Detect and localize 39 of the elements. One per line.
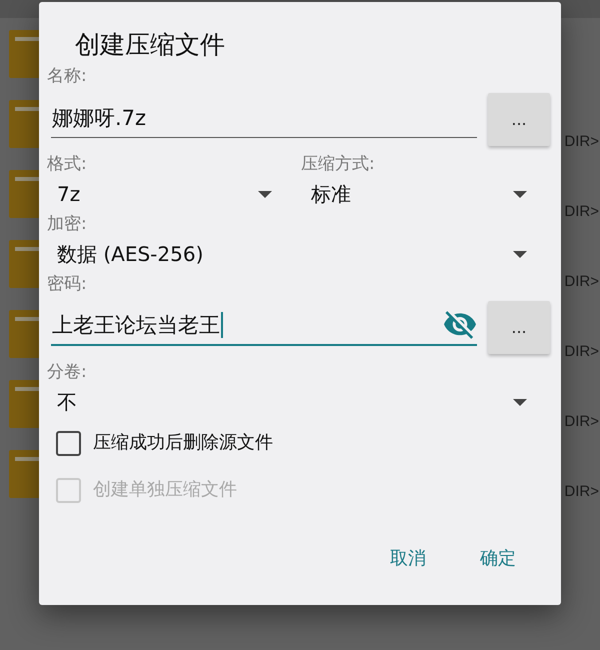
- field-label: 名称:: [47, 66, 88, 86]
- caret-icon: [513, 190, 527, 198]
- field-label: 分卷:: [47, 362, 88, 382]
- more-button[interactable]: ...: [488, 93, 550, 146]
- type-label: DIR>: [564, 342, 600, 362]
- text-cursor: [221, 312, 223, 338]
- caret-icon: [513, 250, 527, 258]
- field-label: 加密:: [47, 214, 88, 234]
- dropdown[interactable]: 7z: [47, 179, 279, 209]
- dialog-button[interactable]: 取消: [378, 540, 438, 576]
- dropdown[interactable]: 标准: [301, 179, 534, 209]
- type-label: DIR>: [564, 272, 600, 292]
- field-label: 压缩方式:: [301, 154, 376, 174]
- name-field[interactable]: 娜娜呀.7z: [51, 98, 477, 138]
- folder-icon: [9, 28, 39, 78]
- eye-slash-icon: [444, 311, 476, 339]
- caret-icon: [258, 190, 272, 198]
- field-label: 格式:: [47, 154, 88, 174]
- folder-icon: [9, 238, 39, 288]
- caret-icon: [513, 398, 527, 406]
- folder-icon: [9, 378, 39, 428]
- dialog-title: 创建压缩文件: [74, 29, 226, 61]
- folder-icon: [9, 448, 39, 498]
- checkbox-label: 创建单独压缩文件: [93, 478, 237, 502]
- folder-icon: [9, 168, 39, 218]
- more-button[interactable]: ...: [488, 301, 550, 354]
- checkbox-label: 压缩成功后删除源文件: [93, 431, 273, 455]
- type-label: DIR>: [564, 132, 600, 152]
- folder-icon: [9, 308, 39, 358]
- checkbox[interactable]: [56, 430, 81, 456]
- type-label: DIR>: [564, 482, 600, 502]
- folder-icon: [9, 98, 39, 148]
- password-field[interactable]: 上老王论坛当老王: [51, 306, 477, 346]
- type-label: DIR>: [564, 202, 600, 222]
- dropdown[interactable]: 数据 (AES-256): [47, 239, 534, 269]
- type-label: DIR>: [564, 412, 600, 432]
- dropdown[interactable]: 不: [47, 387, 534, 417]
- dialog-button[interactable]: 确定: [468, 540, 528, 576]
- field-label: 密码:: [47, 274, 88, 294]
